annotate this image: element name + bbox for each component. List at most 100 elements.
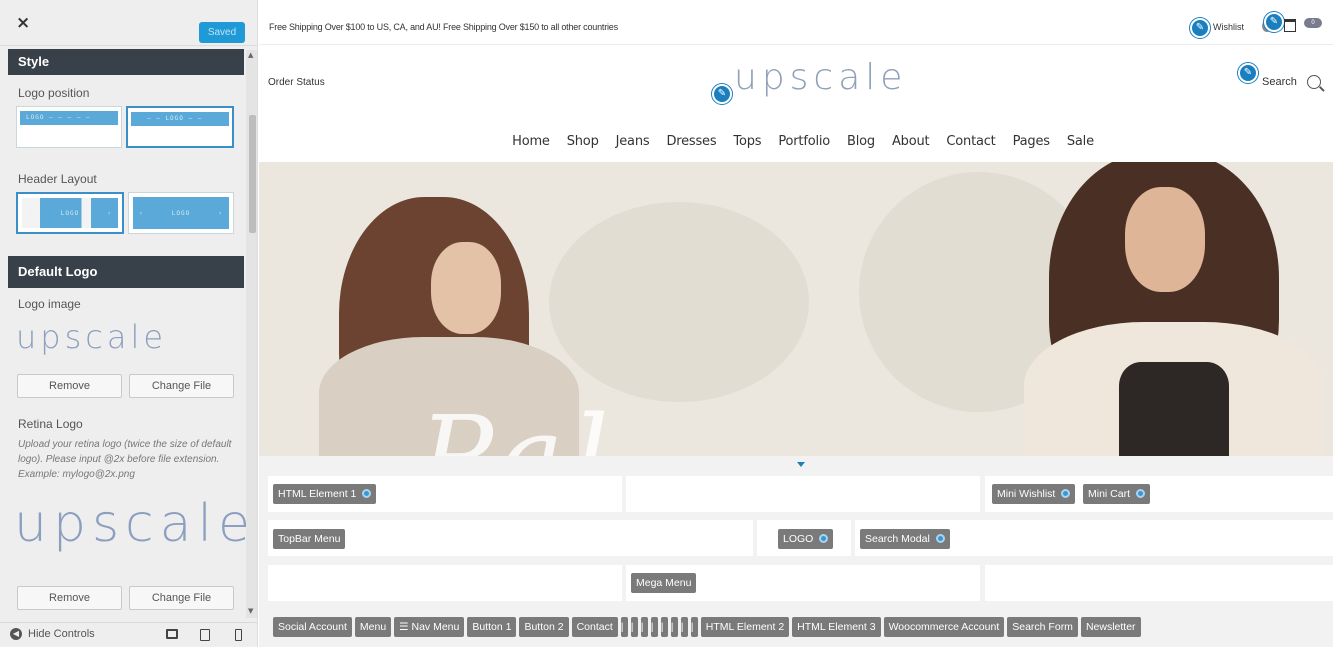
logo-position-left-option[interactable]: LOGO — — — — — [16, 106, 122, 148]
edit-shortcut-icon[interactable]: ✎ [712, 84, 732, 104]
gear-icon[interactable] [935, 534, 945, 543]
layout-logo-label: LOGO [60, 209, 80, 217]
palette-html-element-3[interactable]: HTML Element 3 [792, 617, 881, 637]
gear-icon[interactable] [819, 534, 829, 543]
retina-logo-description: Upload your retina logo (twice the size … [18, 439, 232, 480]
chip-label: HTML Element 1 [278, 488, 357, 500]
builder-element-palette: Social Account Menu ☰ Nav Menu Button 1 … [273, 617, 1141, 637]
search-modal-chip[interactable]: Search Modal [860, 529, 950, 549]
palette-button-1[interactable]: Button 1 [467, 617, 517, 637]
logo-image-preview: upscale [16, 318, 168, 356]
nav-item-pages[interactable]: Pages [1013, 134, 1050, 149]
scroll-down-icon[interactable]: ▼ [248, 607, 253, 615]
search-link[interactable]: Search [1262, 75, 1321, 89]
nav-item-contact[interactable]: Contact [946, 134, 995, 149]
palette-newsletter[interactable]: Newsletter [1080, 617, 1141, 637]
change-logo-button[interactable]: Change File [129, 374, 234, 398]
header-layout-full-preview: ‹ LOGO › [133, 197, 229, 229]
logo-position-left-preview: LOGO — — — — — [20, 111, 118, 125]
palette-divider[interactable]: | [670, 617, 678, 637]
header-builder: HTML Element 1 Mini Wishlist Mini Cart T… [259, 456, 1333, 647]
nav-item-shop[interactable]: Shop [567, 134, 599, 149]
nav-item-blog[interactable]: Blog [847, 134, 875, 149]
gear-icon[interactable] [362, 489, 372, 498]
header-layout-full-option[interactable]: ‹ LOGO › [128, 192, 234, 234]
mobile-icon[interactable] [235, 629, 242, 641]
remove-logo-button[interactable]: Remove [17, 374, 122, 398]
hide-controls-label: Hide Controls [28, 628, 95, 640]
topbar-menu-chip[interactable]: TopBar Menu [273, 529, 346, 549]
palette-nav-menu[interactable]: ☰ Nav Menu [394, 617, 465, 637]
style-section-heading: Style [8, 49, 244, 75]
main-navigation: Home Shop Jeans Dresses Tops Portfolio B… [259, 134, 1333, 149]
builder-cell-top-center[interactable] [626, 476, 980, 512]
palette-html-element-2[interactable]: HTML Element 2 [700, 617, 790, 637]
palette-woocommerce-account[interactable]: Woocommerce Account [883, 617, 1005, 637]
search-icon [1306, 75, 1321, 89]
chip-label: Mini Cart [1088, 488, 1131, 500]
mini-wishlist-chip[interactable]: Mini Wishlist [992, 484, 1076, 504]
site-logo[interactable]: upscale [734, 57, 907, 98]
mega-menu-chip[interactable]: Mega Menu [631, 573, 697, 593]
palette-divider[interactable]: | [660, 617, 668, 637]
saved-button[interactable]: Saved [199, 22, 245, 43]
mini-cart-chip[interactable]: Mini Cart [1083, 484, 1151, 504]
chip-label: Mini Wishlist [997, 488, 1056, 500]
html-element-1-chip[interactable]: HTML Element 1 [273, 484, 377, 504]
builder-cell-bottom-left[interactable] [268, 565, 622, 601]
builder-row-top: HTML Element 1 Mini Wishlist Mini Cart [268, 476, 1333, 512]
edit-shortcut-icon[interactable]: ✎ [1238, 63, 1258, 83]
logo-chip[interactable]: LOGO [778, 529, 834, 549]
hero-script-text: Pal [419, 392, 619, 456]
collapse-icon: ◀ [10, 628, 22, 640]
nav-item-home[interactable]: Home [512, 134, 550, 149]
change-retina-button[interactable]: Change File [129, 586, 234, 610]
logo-position-center-option[interactable]: — — LOGO — — [126, 106, 234, 148]
header-layout-boxed-preview: ‹ LOGO › [22, 198, 118, 228]
cart-icon[interactable] [1284, 19, 1296, 32]
palette-search-form[interactable]: Search Form [1007, 617, 1078, 637]
palette-social-account[interactable]: Social Account [273, 617, 352, 637]
retina-logo-preview: upscale [14, 494, 256, 554]
hero-model-right-top [1119, 362, 1229, 456]
nav-item-about[interactable]: About [892, 134, 930, 149]
remove-retina-button[interactable]: Remove [17, 586, 122, 610]
nav-item-portfolio[interactable]: Portfolio [778, 134, 830, 149]
palette-divider[interactable]: | [630, 617, 638, 637]
edit-shortcut-icon[interactable]: ✎ [1264, 12, 1284, 32]
palette-divider[interactable]: | [620, 617, 628, 637]
cart-count-badge: 0 [1304, 18, 1322, 28]
scroll-up-icon[interactable]: ▲ [248, 51, 253, 59]
palette-divider[interactable]: | [650, 617, 658, 637]
nav-item-jeans[interactable]: Jeans [616, 134, 650, 149]
gear-icon[interactable] [1136, 489, 1146, 498]
tablet-icon[interactable] [200, 629, 210, 641]
wishlist-link[interactable]: Wishlist [1213, 22, 1244, 32]
desktop-icon[interactable] [166, 629, 178, 639]
sidebar-header: × Saved [0, 0, 257, 46]
order-status-link[interactable]: Order Status [268, 77, 325, 88]
palette-divider[interactable]: | [690, 617, 698, 637]
retina-logo-label: Retina Logo [18, 417, 83, 431]
edit-shortcut-icon[interactable]: ✎ [1190, 18, 1210, 38]
nav-item-sale[interactable]: Sale [1067, 134, 1094, 149]
gear-icon[interactable] [1061, 489, 1071, 498]
nav-item-dresses[interactable]: Dresses [666, 134, 716, 149]
palette-contact[interactable]: Contact [571, 617, 618, 637]
hide-controls-button[interactable]: ◀ Hide Controls [10, 628, 95, 640]
builder-toggle-icon[interactable] [797, 462, 805, 467]
hero-model-left-face [431, 242, 501, 334]
layout-logo-label: LOGO [171, 209, 191, 217]
sidebar-footer: ◀ Hide Controls [0, 622, 257, 647]
palette-button-2[interactable]: Button 2 [519, 617, 569, 637]
close-icon[interactable]: × [16, 13, 36, 33]
palette-divider[interactable]: | [680, 617, 688, 637]
nav-item-tops[interactable]: Tops [733, 134, 761, 149]
sidebar-scroll-thumb[interactable] [249, 115, 256, 233]
palette-divider[interactable]: | [640, 617, 648, 637]
chevron-right-icon: › [218, 209, 223, 217]
builder-cell-bottom-right[interactable] [985, 565, 1333, 601]
palette-menu[interactable]: Menu [354, 617, 392, 637]
header-layout-boxed-option[interactable]: ‹ LOGO › [16, 192, 124, 234]
search-label: Search [1262, 76, 1297, 88]
